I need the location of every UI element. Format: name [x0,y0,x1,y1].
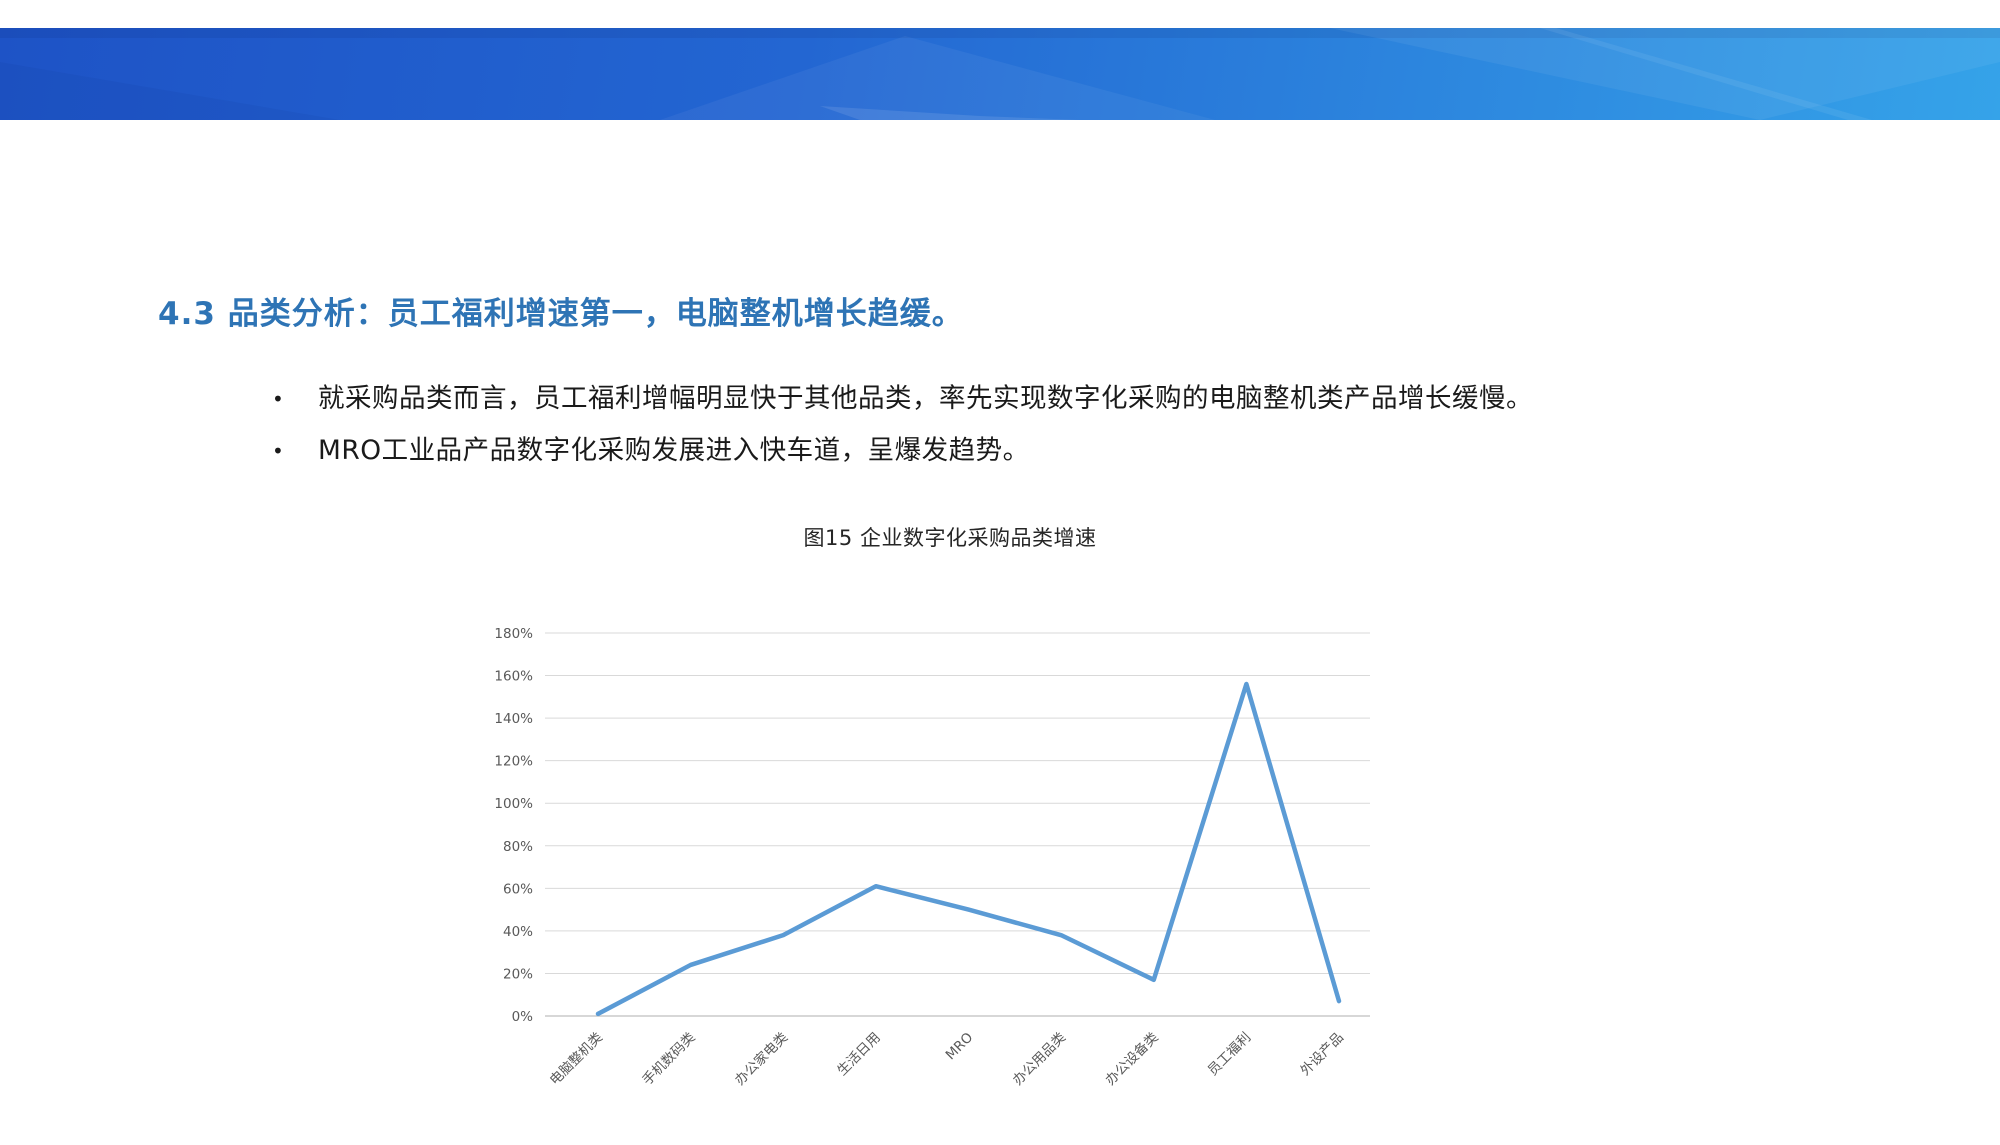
chart-title: 图15 企业数字化采购品类增速 [430,522,1470,552]
y-tick-label: 180% [494,626,533,642]
x-tick-label: 电脑整机类 [547,1030,606,1089]
y-tick-label: 120% [494,754,533,770]
x-tick-label: 办公设备类 [1102,1029,1162,1089]
bullet-dot-icon: • [272,382,318,416]
bullet-dot-icon: • [272,434,318,468]
x-tick-label: 手机数码类 [639,1030,698,1089]
section-title: 4.3 品类分析：员工福利增速第一，电脑整机增长趋缓。 [158,288,964,333]
bullet-text: MRO工业品产品数字化采购发展进入快车道，呈爆发趋势。 [318,434,1030,468]
y-tick-label: 80% [503,839,533,855]
data-line-series [598,684,1339,1014]
x-tick-label: 外设产品 [1297,1030,1346,1079]
bullet-item: • 就采购品类而言，员工福利增幅明显快于其他品类，率先实现数字化采购的电脑整机类… [272,382,1533,416]
line-chart: 0% 20% 40% 60% 80% 100% 120% 140% 160% 180% 电脑整机类手… [430,600,1470,1145]
bullet-text: 就采购品类而言，员工福利增幅明显快于其他品类，率先实现数字化采购的电脑整机类产品… [318,382,1533,416]
y-tick-label: 60% [503,881,533,897]
y-tick-label: 40% [503,924,533,940]
bullet-list: • 就采购品类而言，员工福利增幅明显快于其他品类，率先实现数字化采购的电脑整机类… [272,382,1533,486]
header-decoration [0,28,2000,120]
slide-content: 4.3 品类分析：员工福利增速第一，电脑整机增长趋缓。 • 就采购品类而言，员工… [0,120,2000,1125]
x-tick-label: 办公用品类 [1010,1030,1069,1089]
y-tick-label: 20% [503,966,533,982]
bullet-item: • MRO工业品产品数字化采购发展进入快车道，呈爆发趋势。 [272,434,1533,468]
y-tick-label: 160% [494,669,533,685]
y-tick-label: 0% [512,1009,534,1025]
y-tick-label: 100% [494,796,533,812]
x-tick-label: MRO [943,1030,977,1064]
x-tick-label: 生活日用 [834,1030,883,1079]
x-tick-label: 办公家电类 [731,1029,791,1089]
top-margin [0,0,2000,28]
header-banner [0,28,2000,120]
x-tick-label: 员工福利 [1205,1030,1254,1079]
y-tick-label: 140% [494,711,533,727]
